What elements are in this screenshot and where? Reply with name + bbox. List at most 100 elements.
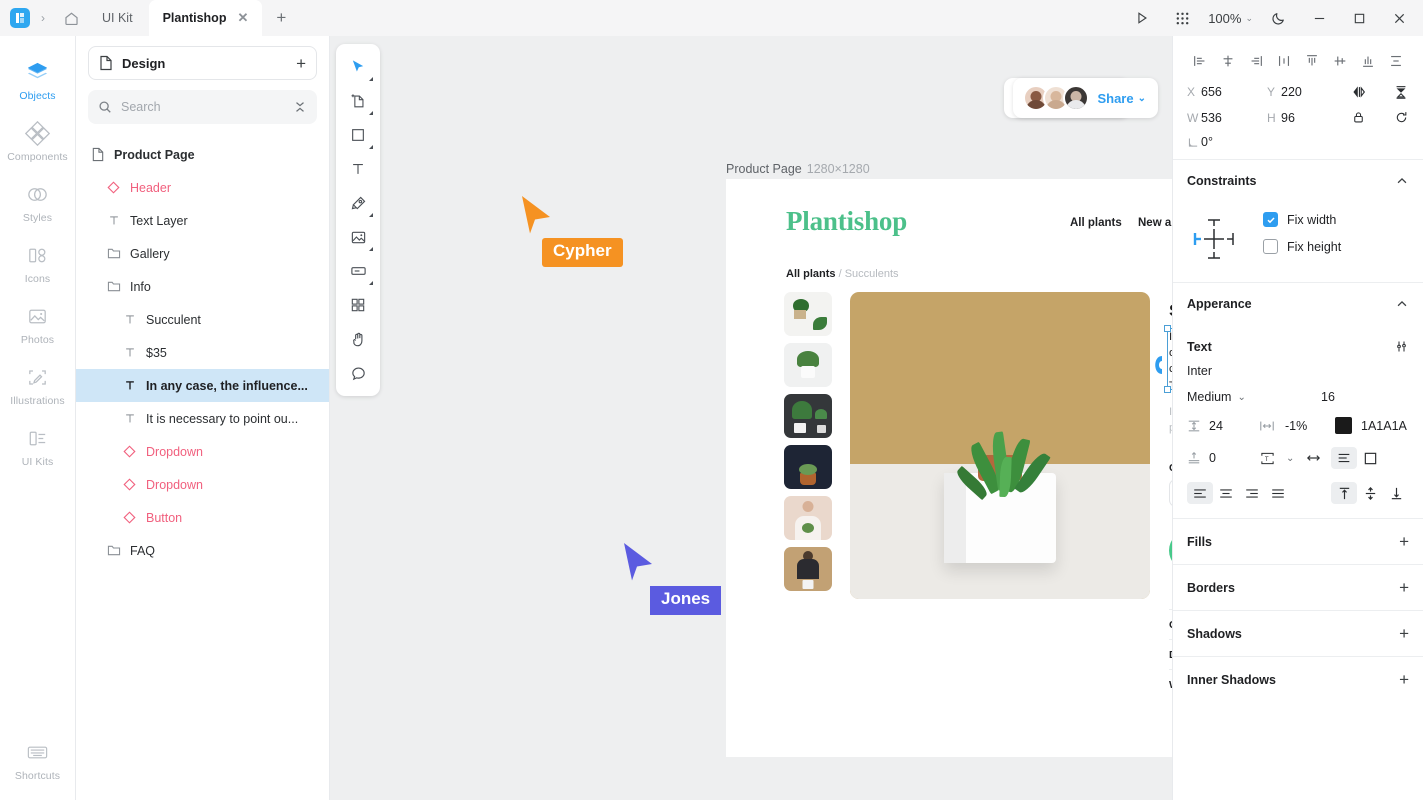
y-value[interactable]: 220 [1281, 85, 1347, 99]
rail-item-photos[interactable]: Photos [0, 294, 76, 355]
layer-item[interactable]: Header [76, 171, 329, 204]
gallery-thumb[interactable] [784, 496, 832, 540]
selected-text-layer[interactable]: In any case, the influence on eventual p… [1169, 329, 1172, 394]
distribute-h-icon[interactable] [1271, 48, 1297, 74]
gallery-thumb[interactable] [784, 292, 832, 336]
text-align-left-icon[interactable] [1187, 482, 1213, 504]
accordion-dimensions[interactable]: Dimensions [1169, 649, 1172, 661]
font-size-value[interactable]: 16 [1321, 390, 1409, 404]
constraints-header[interactable]: Constraints [1173, 159, 1423, 202]
layer-item[interactable]: Succulent [76, 303, 329, 336]
gallery-thumb[interactable] [784, 445, 832, 489]
section-borders[interactable]: Borders + [1173, 564, 1423, 610]
text-case-icon[interactable]: T [1259, 451, 1281, 466]
tab-ui-kit[interactable]: UI Kit [88, 0, 147, 36]
secondary-text-layer[interactable]: It is necessary to point out that the ne… [1169, 404, 1172, 436]
appearance-header[interactable]: Apperance [1173, 282, 1423, 325]
preview-play-icon[interactable] [1122, 0, 1162, 36]
add-icon[interactable]: + [1399, 579, 1409, 596]
fixed-size-icon[interactable] [1357, 451, 1383, 466]
input-tool[interactable] [341, 254, 375, 288]
distribute-v-icon[interactable] [1383, 48, 1409, 74]
canvas-area[interactable]: ⌄ Share ⌄ Product Page 1280×1280 [330, 36, 1172, 800]
vertical-align-bottom-icon[interactable] [1383, 486, 1409, 501]
align-right-icon[interactable] [1243, 48, 1269, 74]
constraints-diagram[interactable] [1187, 212, 1241, 266]
gallery-thumb[interactable] [784, 343, 832, 387]
nav-all-plants[interactable]: All plants [1070, 217, 1122, 229]
add-page-button[interactable]: + [296, 55, 306, 72]
fix-width-row[interactable]: Fix width [1263, 212, 1341, 227]
layer-item[interactable]: FAQ [76, 534, 329, 567]
avatar[interactable] [1063, 85, 1090, 111]
x-value[interactable]: 656 [1201, 85, 1267, 99]
hand-tool[interactable] [341, 322, 375, 356]
fix-height-checkbox[interactable] [1263, 239, 1278, 254]
grid-apps-icon[interactable] [1162, 0, 1202, 36]
maximize-button[interactable] [1339, 0, 1379, 36]
text-color-swatch[interactable] [1335, 417, 1352, 434]
layer-item[interactable]: Gallery [76, 237, 329, 270]
text-align-justify-icon[interactable] [1265, 487, 1291, 500]
artboard-label[interactable]: Product Page 1280×1280 [726, 162, 870, 176]
selection-resize-handle[interactable] [1149, 354, 1167, 376]
new-tab-button[interactable]: + [264, 8, 298, 28]
color-dropdown[interactable]: Green ⌄ [1169, 479, 1172, 507]
auto-width-icon[interactable] [1305, 451, 1331, 465]
rail-item-ui-kits[interactable]: UI Kits [0, 416, 76, 477]
layer-item[interactable]: Text Layer [76, 204, 329, 237]
rail-item-icons[interactable]: Icons [0, 233, 76, 294]
text-settings-icon[interactable] [1394, 339, 1409, 354]
image-tool[interactable] [341, 220, 375, 254]
add-icon[interactable]: + [1399, 533, 1409, 550]
layer-item[interactable]: $35 [76, 336, 329, 369]
letter-spacing-value[interactable]: -1% [1277, 419, 1335, 433]
moon-icon[interactable] [1259, 0, 1299, 36]
share-button[interactable]: Share ⌄ [1097, 91, 1146, 106]
components-tool[interactable] [341, 288, 375, 322]
lock-icon[interactable] [1351, 110, 1366, 125]
h-value[interactable]: 96 [1281, 111, 1347, 125]
rail-item-styles[interactable]: Styles [0, 172, 76, 233]
reset-icon[interactable] [1394, 110, 1409, 125]
hero-product-image[interactable] [850, 292, 1150, 599]
align-top-icon[interactable] [1299, 48, 1325, 74]
layer-item[interactable]: In any case, the influence... [76, 369, 329, 402]
add-to-cart-button[interactable]: Add to cart [1169, 531, 1172, 570]
nav-new-arrivals[interactable]: New arrivals [1138, 217, 1172, 229]
vertical-align-top-icon[interactable] [1331, 482, 1357, 504]
text-align-right-icon[interactable] [1239, 487, 1265, 500]
font-weight-select[interactable]: Medium ⌄ [1187, 390, 1321, 404]
pen-tool[interactable] [341, 186, 375, 220]
breadcrumb-current[interactable]: All plants [786, 268, 836, 280]
layer-item[interactable]: Info [76, 270, 329, 303]
align-left-icon[interactable] [1187, 48, 1213, 74]
layer-item[interactable]: Dropdown [76, 468, 329, 501]
chevron-down-icon[interactable]: ⌄ [1281, 453, 1305, 464]
fix-width-checkbox[interactable] [1263, 212, 1278, 227]
align-bottom-icon[interactable] [1355, 48, 1381, 74]
flip-vertical-icon[interactable] [1393, 84, 1409, 100]
vertical-align-middle-icon[interactable] [1357, 486, 1383, 501]
gallery-thumb[interactable] [784, 547, 832, 591]
chevron-up-icon[interactable] [1395, 297, 1409, 311]
accordion-whats-included[interactable]: What's included [1169, 679, 1172, 691]
gallery-thumb[interactable] [784, 394, 832, 438]
tab-close-icon[interactable]: ✕ [237, 10, 248, 26]
w-value[interactable]: 536 [1201, 111, 1267, 125]
auto-height-icon[interactable] [1331, 447, 1357, 469]
home-icon[interactable] [56, 10, 86, 27]
search-input[interactable]: Search [88, 90, 317, 124]
design-selector[interactable]: Design + [88, 46, 317, 80]
text-tool[interactable] [341, 152, 375, 186]
font-family-field[interactable]: Inter [1173, 360, 1423, 390]
layer-item[interactable]: It is necessary to point ou... [76, 402, 329, 435]
rail-item-illustrations[interactable]: Illustrations [0, 355, 76, 416]
layer-item[interactable]: Button [76, 501, 329, 534]
tab-plantishop[interactable]: Plantishop ✕ [148, 0, 263, 36]
app-logo-icon[interactable] [10, 8, 30, 28]
collapse-icon[interactable] [293, 100, 307, 114]
align-center-h-icon[interactable] [1215, 48, 1241, 74]
text-align-center-icon[interactable] [1213, 487, 1239, 500]
artboard-tool[interactable] [341, 84, 375, 118]
